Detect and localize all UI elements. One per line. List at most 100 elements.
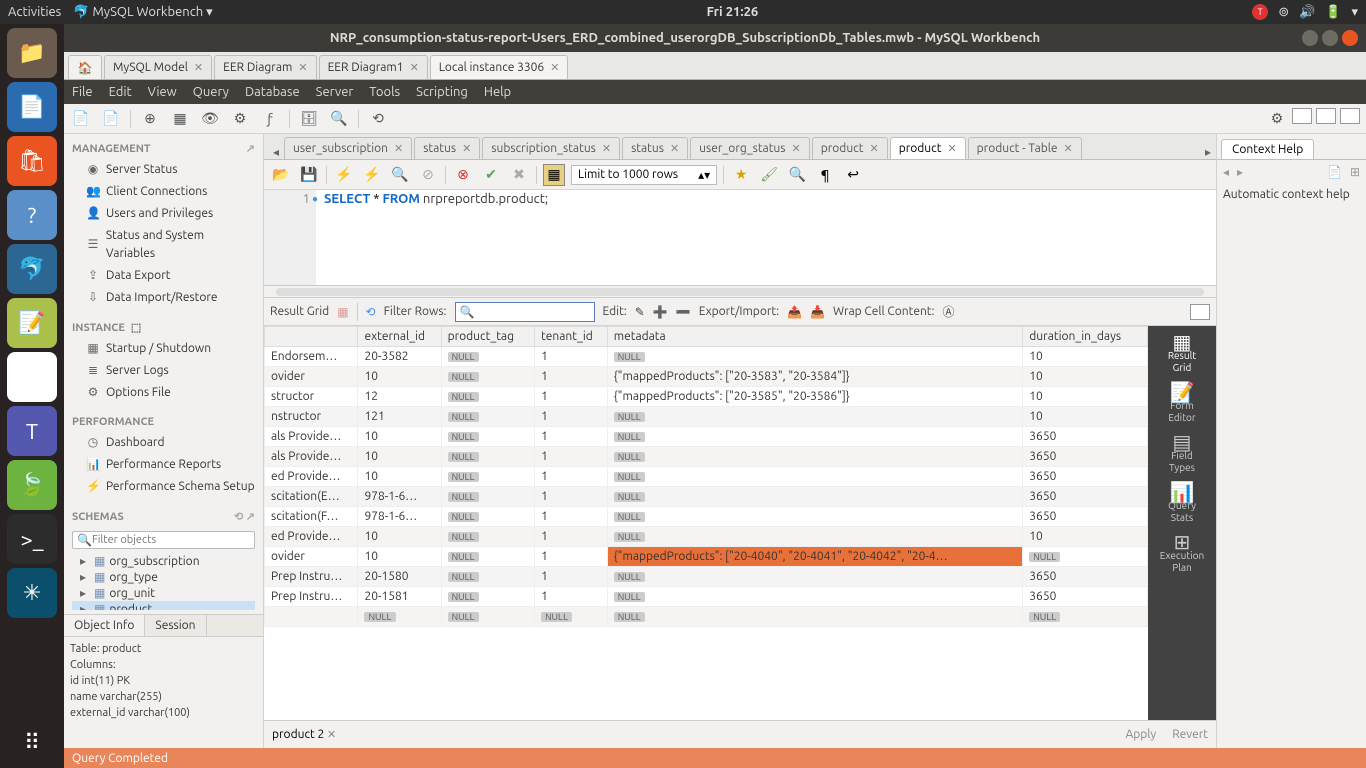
close-icon[interactable]: ✕ bbox=[869, 142, 878, 155]
table-cell[interactable]: NULL bbox=[607, 567, 1023, 587]
edit-icon[interactable]: ✎ bbox=[635, 305, 645, 319]
sidebar-item[interactable]: ◉Server Status bbox=[72, 159, 255, 181]
object-info-tab[interactable]: Object Info bbox=[64, 615, 145, 636]
table-cell[interactable]: 1 bbox=[535, 407, 608, 427]
table-cell[interactable]: Endorsem… bbox=[265, 347, 358, 367]
table-cell[interactable]: NULL bbox=[607, 467, 1023, 487]
table-cell[interactable]: 3650 bbox=[1023, 567, 1148, 587]
schema-filter-input[interactable] bbox=[92, 534, 250, 546]
grid-view-option[interactable]: 📊QueryStats bbox=[1168, 486, 1196, 524]
commit-icon[interactable]: ✔ bbox=[480, 164, 502, 186]
table-cell[interactable]: NULL bbox=[441, 507, 534, 527]
add-row-icon[interactable]: ➕ bbox=[653, 305, 668, 319]
dock-teams-icon[interactable]: T bbox=[7, 406, 57, 456]
table-cell[interactable]: 978-1-6… bbox=[358, 507, 441, 527]
stop-icon[interactable]: ⊘ bbox=[417, 164, 439, 186]
menu-file[interactable]: File bbox=[72, 85, 93, 99]
table-row[interactable]: Prep Instru…20-1580NULL1NULL3650 bbox=[265, 567, 1148, 587]
table-cell[interactable]: Prep Instru… bbox=[265, 567, 358, 587]
filter-rows-input[interactable]: 🔍 bbox=[455, 302, 595, 322]
sql-tab[interactable]: user_subscription ✕ bbox=[284, 137, 412, 159]
settings-icon[interactable]: ⚙ bbox=[1266, 108, 1288, 130]
execute-current-icon[interactable]: ⚡ bbox=[361, 164, 383, 186]
table-cell[interactable]: NULL bbox=[607, 507, 1023, 527]
table-cell[interactable]: NULL bbox=[607, 487, 1023, 507]
table-cell[interactable]: 10 bbox=[1023, 387, 1148, 407]
table-cell[interactable]: scitation(F… bbox=[265, 507, 358, 527]
close-icon[interactable]: ✕ bbox=[602, 142, 611, 155]
table-cell[interactable]: 1 bbox=[535, 367, 608, 387]
table-cell[interactable]: {"mappedProducts": ["20-3583", "20-3584"… bbox=[607, 367, 1023, 387]
sidebar-item[interactable]: ☰Status and System Variables bbox=[72, 225, 255, 265]
search-icon[interactable]: 🔍 bbox=[328, 108, 350, 130]
column-header[interactable]: duration_in_days bbox=[1023, 327, 1148, 347]
schema-table-row[interactable]: ▸▦org_unit bbox=[72, 585, 255, 601]
sidebar-item[interactable]: ⇩Data Import/Restore bbox=[72, 287, 255, 309]
close-icon[interactable]: ✕ bbox=[670, 142, 679, 155]
power-menu-icon[interactable]: ▾ bbox=[1351, 5, 1358, 20]
close-icon[interactable]: ✕ bbox=[410, 61, 419, 74]
table-cell[interactable] bbox=[265, 607, 358, 627]
volume-icon[interactable]: 🔊 bbox=[1299, 5, 1315, 20]
table-cell[interactable]: 978-1-6… bbox=[358, 487, 441, 507]
dock-libreoffice-icon[interactable]: 📄 bbox=[7, 82, 57, 132]
explain-icon[interactable]: 🔍 bbox=[389, 164, 411, 186]
table-cell[interactable]: NULL bbox=[441, 527, 534, 547]
dock-notepad-icon[interactable]: 📝 bbox=[7, 298, 57, 348]
find-icon[interactable]: 🔍 bbox=[786, 164, 808, 186]
table-cell[interactable]: 10 bbox=[1023, 527, 1148, 547]
dock-apps-icon[interactable]: ⠿ bbox=[7, 718, 57, 768]
tab-scroll-right[interactable]: ▸ bbox=[1200, 145, 1216, 159]
add-function-icon[interactable]: ƒ bbox=[259, 108, 281, 130]
table-cell[interactable]: 20-3582 bbox=[358, 347, 441, 367]
toggle-right-pane-button[interactable] bbox=[1340, 108, 1360, 124]
tab-scroll-left[interactable]: ◂ bbox=[268, 145, 284, 159]
session-tab[interactable]: Session bbox=[145, 615, 206, 636]
sidebar-item[interactable]: 👥Client Connections bbox=[72, 181, 255, 203]
table-row[interactable]: als Provide…10NULL1NULL3650 bbox=[265, 427, 1148, 447]
table-cell[interactable]: 1 bbox=[535, 427, 608, 447]
beautify-icon[interactable]: ★ bbox=[730, 164, 752, 186]
table-cell[interactable]: 3650 bbox=[1023, 507, 1148, 527]
sidebar-item[interactable]: 📊Performance Reports bbox=[72, 454, 255, 476]
schema-filter[interactable]: 🔍 bbox=[72, 531, 255, 549]
app-menu[interactable]: 🐬 MySQL Workbench ▾ bbox=[73, 5, 212, 20]
import-icon[interactable]: 📥 bbox=[810, 305, 825, 319]
doc-tab[interactable]: EER Diagram ✕ bbox=[214, 55, 316, 79]
sql-tab[interactable]: subscription_status ✕ bbox=[482, 137, 620, 159]
close-icon[interactable]: ✕ bbox=[462, 142, 471, 155]
context-help-tab[interactable]: Context Help bbox=[1221, 139, 1314, 159]
close-icon[interactable]: ✕ bbox=[947, 142, 956, 155]
dock-spring-icon[interactable]: 🍃 bbox=[7, 460, 57, 510]
help-back-icon[interactable]: ◂ bbox=[1223, 165, 1229, 179]
table-cell[interactable]: nstructor bbox=[265, 407, 358, 427]
new-sql-tab-icon[interactable]: 📄 bbox=[70, 108, 92, 130]
notification-icon[interactable]: T bbox=[1252, 4, 1268, 20]
close-icon[interactable]: ✕ bbox=[792, 142, 801, 155]
table-row[interactable]: Prep Instru…20-1581NULL1NULL3650 bbox=[265, 587, 1148, 607]
table-cell[interactable]: NULL bbox=[441, 367, 534, 387]
table-cell[interactable]: NULL bbox=[441, 487, 534, 507]
close-icon[interactable]: ✕ bbox=[327, 729, 336, 741]
schema-table-row[interactable]: ▸▦org_subscription bbox=[72, 553, 255, 569]
schema-table-row[interactable]: ▸▦product bbox=[72, 601, 255, 610]
table-cell[interactable]: 3650 bbox=[1023, 467, 1148, 487]
table-row[interactable]: nstructor121NULL1NULL10 bbox=[265, 407, 1148, 427]
toggle-left-pane-button[interactable] bbox=[1292, 108, 1312, 124]
table-row[interactable]: ovider10NULL1{"mappedProducts": ["20-358… bbox=[265, 367, 1148, 387]
result-grid[interactable]: external_idproduct_tagtenant_idmetadatad… bbox=[264, 326, 1148, 720]
table-cell[interactable]: 1 bbox=[535, 347, 608, 367]
revert-button[interactable]: Revert bbox=[1172, 728, 1208, 741]
sql-editor[interactable]: 1● SELECT * FROM nrpreportdb.product; bbox=[264, 190, 1216, 286]
column-header[interactable]: tenant_id bbox=[535, 327, 608, 347]
result-tab[interactable]: product 2 ✕ bbox=[272, 728, 336, 741]
brush-icon[interactable]: 🖌 bbox=[758, 164, 780, 186]
add-schema-icon[interactable]: ⊕ bbox=[139, 108, 161, 130]
table-row[interactable]: ovider10NULL1{"mappedProducts": ["20-404… bbox=[265, 547, 1148, 567]
db-icon[interactable]: 🗄 bbox=[298, 108, 320, 130]
table-cell[interactable]: NULL bbox=[535, 607, 608, 627]
table-cell[interactable]: als Provide… bbox=[265, 447, 358, 467]
row-limit-select[interactable]: Limit to 1000 rows▴▾ bbox=[571, 165, 717, 185]
table-cell[interactable]: 3650 bbox=[1023, 587, 1148, 607]
table-cell[interactable]: 121 bbox=[358, 407, 441, 427]
